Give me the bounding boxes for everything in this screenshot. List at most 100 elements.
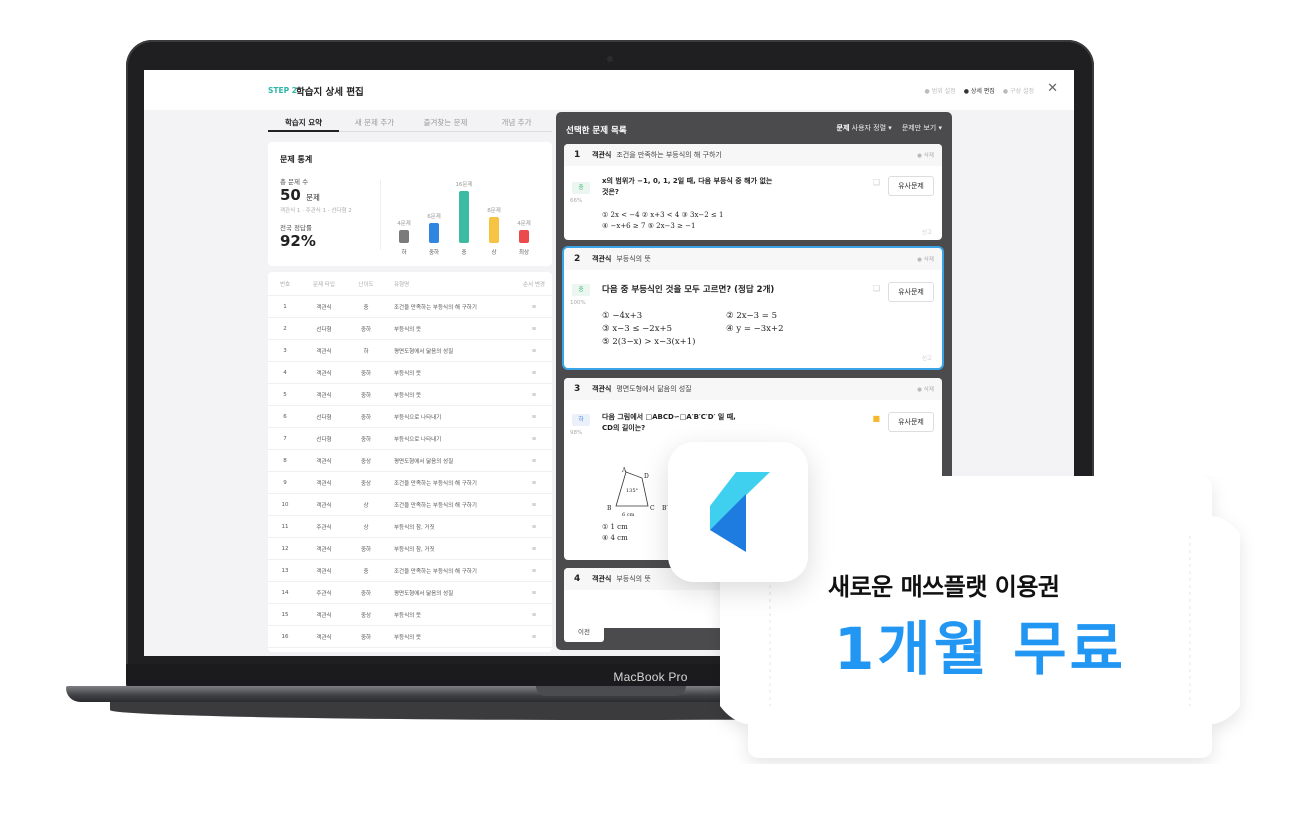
cell-type: 객관식 [316, 348, 332, 355]
drag-handle-icon[interactable]: ≡ [516, 348, 552, 354]
bookmark-icon[interactable]: ❏ [873, 178, 880, 187]
cell-type: 객관식 [316, 634, 332, 641]
difficulty-bar-0: 4문제 하 [392, 219, 416, 256]
table-row[interactable]: 3 객관식 하 평면도형에서 닮음의 성질 ≡ [268, 340, 552, 362]
similar-question-button[interactable]: 유사문제 [888, 412, 934, 432]
bar-label: 최상 [518, 250, 530, 256]
drag-handle-icon[interactable]: ≡ [516, 436, 552, 442]
cell-lvl: 하 [363, 348, 369, 355]
close-icon[interactable]: ✕ [1047, 81, 1058, 96]
step-indicator: ● 범위 설정 ● 상세 편집 ● 구성 설정 [925, 86, 1034, 95]
step-3[interactable]: ● 구성 설정 [1003, 86, 1034, 95]
cell-type: 객관식 [316, 480, 332, 487]
table-row[interactable]: 15 객관식 중상 부등식의 뜻 ≡ [268, 604, 552, 626]
table-row[interactable]: 2 선다형 중하 부등식의 뜻 ≡ [268, 318, 552, 340]
drag-handle-icon[interactable]: ≡ [516, 458, 552, 464]
table-row[interactable]: 10 객관식 상 조건을 만족하는 부등식의 해 구하기 ≡ [268, 494, 552, 516]
drag-handle-icon[interactable]: ≡ [516, 370, 552, 376]
table-row[interactable]: 9 객관식 중상 조건을 만족하는 부등식의 해 구하기 ≡ [268, 472, 552, 494]
tab-new-question[interactable]: 새 문제 추가 [339, 110, 410, 132]
table-row[interactable]: 13 객관식 중 조건을 만족하는 부등식의 해 구하기 ≡ [268, 560, 552, 582]
tab-concepts[interactable]: 개념 추가 [481, 110, 552, 132]
svg-text:C: C [650, 505, 655, 512]
similar-question-button[interactable]: 유사문제 [888, 282, 934, 302]
cell-no: 16 [281, 633, 289, 640]
report-button[interactable]: 신고 [922, 354, 932, 362]
cell-name: 조건을 만족하는 부등식의 해 구하기 [394, 480, 477, 487]
correct-rate: 66% [570, 198, 583, 204]
tab-favorites[interactable]: 즐겨찾는 문제 [410, 110, 481, 132]
drag-handle-icon[interactable]: ≡ [516, 546, 552, 552]
table-row[interactable]: 1 객관식 중 조건을 만족하는 부등식의 해 구하기 ≡ [268, 296, 552, 318]
question-table: 번호 문제 타입 난이도 유형명 순서 변경 1 객관식 중 조건을 만족하는 부등식… [268, 272, 552, 652]
cell-type: 객관식 [316, 502, 332, 509]
tab-summary[interactable]: 학습지 요약 [268, 110, 339, 132]
table-row[interactable]: 16 객관식 중하 부등식의 뜻 ≡ [268, 626, 552, 648]
bar-label: 하 [401, 250, 407, 256]
cell-type: 객관식 [316, 612, 332, 619]
promo-headline: 1개월 무료 [834, 615, 1126, 683]
col-type: 문제 타입 [313, 281, 335, 288]
cell-name: 부등식의 뜻 [394, 612, 422, 619]
level-badge: 중 [572, 182, 590, 194]
cell-no: 5 [283, 391, 287, 398]
cell-type: 객관식 [316, 568, 332, 575]
table-row[interactable]: 7 선다형 중하 부등식으로 나타내기 ≡ [268, 428, 552, 450]
cell-name: 조건을 만족하는 부등식의 해 구하기 [394, 502, 477, 509]
svg-text:135°: 135° [626, 488, 639, 494]
stats-title: 문제 통계 [280, 155, 313, 164]
drag-handle-icon[interactable]: ≡ [516, 524, 552, 530]
similar-question-button[interactable]: 유사문제 [888, 176, 934, 196]
cell-lvl: 중하 [360, 634, 372, 641]
bookmark-icon[interactable]: ❏ [873, 284, 880, 293]
step-label: STEP 2 [268, 86, 297, 95]
prev-button[interactable]: 이전 [564, 622, 604, 642]
col-level: 난이도 [358, 281, 374, 288]
delete-button[interactable]: 삭제 [917, 255, 934, 263]
drag-handle-icon[interactable]: ≡ [516, 326, 552, 332]
delete-button[interactable]: 삭제 [917, 385, 934, 393]
table-row[interactable]: 5 객관식 중하 부등식의 뜻 ≡ [268, 384, 552, 406]
drag-handle-icon[interactable]: ≡ [516, 634, 552, 640]
table-row[interactable]: 12 객관식 중하 부등식의 참, 거짓 ≡ [268, 538, 552, 560]
tab-bar: 학습지 요약 새 문제 추가 즐겨찾는 문제 개념 추가 [268, 110, 552, 132]
drag-handle-icon[interactable]: ≡ [516, 612, 552, 618]
bar-label: 중 [461, 250, 467, 256]
cell-no: 3 [283, 347, 287, 354]
drag-handle-icon[interactable]: ≡ [516, 414, 552, 420]
table-row[interactable]: 14 주관식 중하 평면도형에서 닮음의 성질 ≡ [268, 582, 552, 604]
question-card-2[interactable]: 2 객관식 부등식의 뜻 삭제 중 100% 다음 중 부등식인 것을 모두 고… [564, 248, 942, 368]
delete-button[interactable]: 삭제 [917, 151, 934, 159]
drag-handle-icon[interactable]: ≡ [516, 590, 552, 596]
drag-handle-icon[interactable]: ≡ [516, 480, 552, 486]
question-text: x의 범위가 −1, 0, 1, 2일 때, 다음 부등식 중 해가 없는 것은… [602, 177, 773, 196]
drag-handle-icon[interactable]: ≡ [516, 568, 552, 574]
question-header: 2 객관식 부등식의 뜻 [564, 248, 942, 270]
cell-type: 객관식 [316, 546, 332, 553]
table-row[interactable]: 4 객관식 중하 부등식의 뜻 ≡ [268, 362, 552, 384]
question-header: 1 객관식 조건을 만족하는 부등식의 해 구하기 [564, 144, 942, 166]
drag-handle-icon[interactable]: ≡ [516, 304, 552, 310]
cell-lvl: 중하 [360, 436, 372, 443]
step-2[interactable]: ● 상세 편집 [964, 86, 995, 95]
total-label: 총 문제 수 [280, 178, 309, 186]
table-row[interactable]: 8 객관식 중상 평면도형에서 닮음의 성질 ≡ [268, 450, 552, 472]
question-card-1[interactable]: 1 객관식 조건을 만족하는 부등식의 해 구하기 삭제 중 66% x의 범위… [564, 144, 942, 240]
report-button[interactable]: 신고 [922, 228, 932, 236]
cell-type: 선다형 [316, 436, 332, 443]
drag-handle-icon[interactable]: ≡ [516, 502, 552, 508]
cell-lvl: 중상 [360, 458, 372, 465]
camera [607, 56, 613, 62]
step-1[interactable]: ● 범위 설정 [925, 86, 956, 95]
svg-text:A: A [621, 467, 627, 474]
cell-no: 12 [281, 545, 289, 552]
table-row[interactable]: 6 선다형 중하 부등식으로 나타내기 ≡ [268, 406, 552, 428]
bookmark-icon[interactable]: ■ [872, 414, 880, 423]
sort-dropdown[interactable]: 문제 사용자 정렬 ▾ [837, 123, 892, 133]
cell-no: 7 [283, 435, 287, 442]
table-row[interactable]: 11 주관식 상 부등식의 참, 거짓 ≡ [268, 516, 552, 538]
cell-name: 부등식의 참, 거짓 [394, 524, 435, 531]
drag-handle-icon[interactable]: ≡ [516, 392, 552, 398]
view-dropdown[interactable]: 문제만 보기 ▾ [902, 123, 942, 133]
type-breakdown: 객관식 1 · 주관식 1 · 선다형 2 [280, 208, 352, 214]
